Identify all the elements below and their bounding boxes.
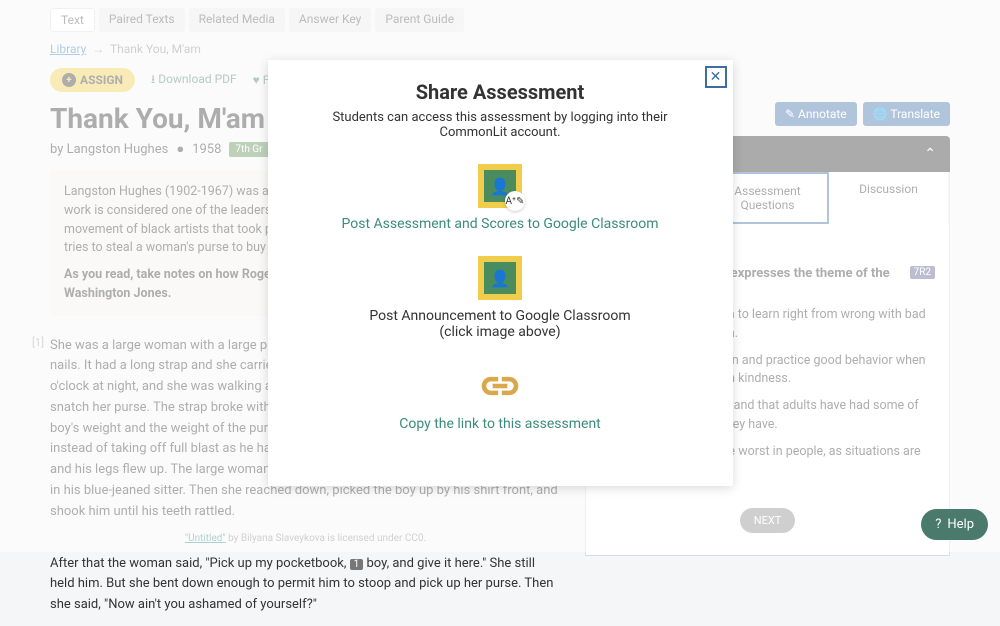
- paragraph-2: After that the woman said, "Pick up my p…: [50, 554, 561, 616]
- link-icon: [478, 364, 522, 408]
- close-icon[interactable]: ✕: [705, 66, 727, 88]
- help-button[interactable]: ? Help: [921, 509, 988, 540]
- share-copy-link[interactable]: Copy the link to this assessment: [308, 364, 693, 432]
- help-icon: ?: [935, 517, 941, 532]
- grade-overlay-icon: A⁺✎: [505, 191, 525, 211]
- inline-footnote: 1: [350, 559, 364, 570]
- share-post-assessment[interactable]: 👤 A⁺✎ Post Assessment and Scores to Goog…: [308, 164, 693, 232]
- modal-subtitle: Students can access this assessment by l…: [308, 110, 693, 140]
- google-classroom-icon: 👤 A⁺✎: [478, 164, 522, 208]
- google-classroom-icon: 👤: [478, 256, 522, 300]
- share-post-announcement[interactable]: 👤 Post Announcement to Google Classroom …: [308, 256, 693, 340]
- share-modal: ✕ Share Assessment Students can access t…: [268, 60, 733, 486]
- modal-overlay[interactable]: ✕ Share Assessment Students can access t…: [0, 0, 1000, 552]
- modal-title: Share Assessment: [308, 80, 693, 104]
